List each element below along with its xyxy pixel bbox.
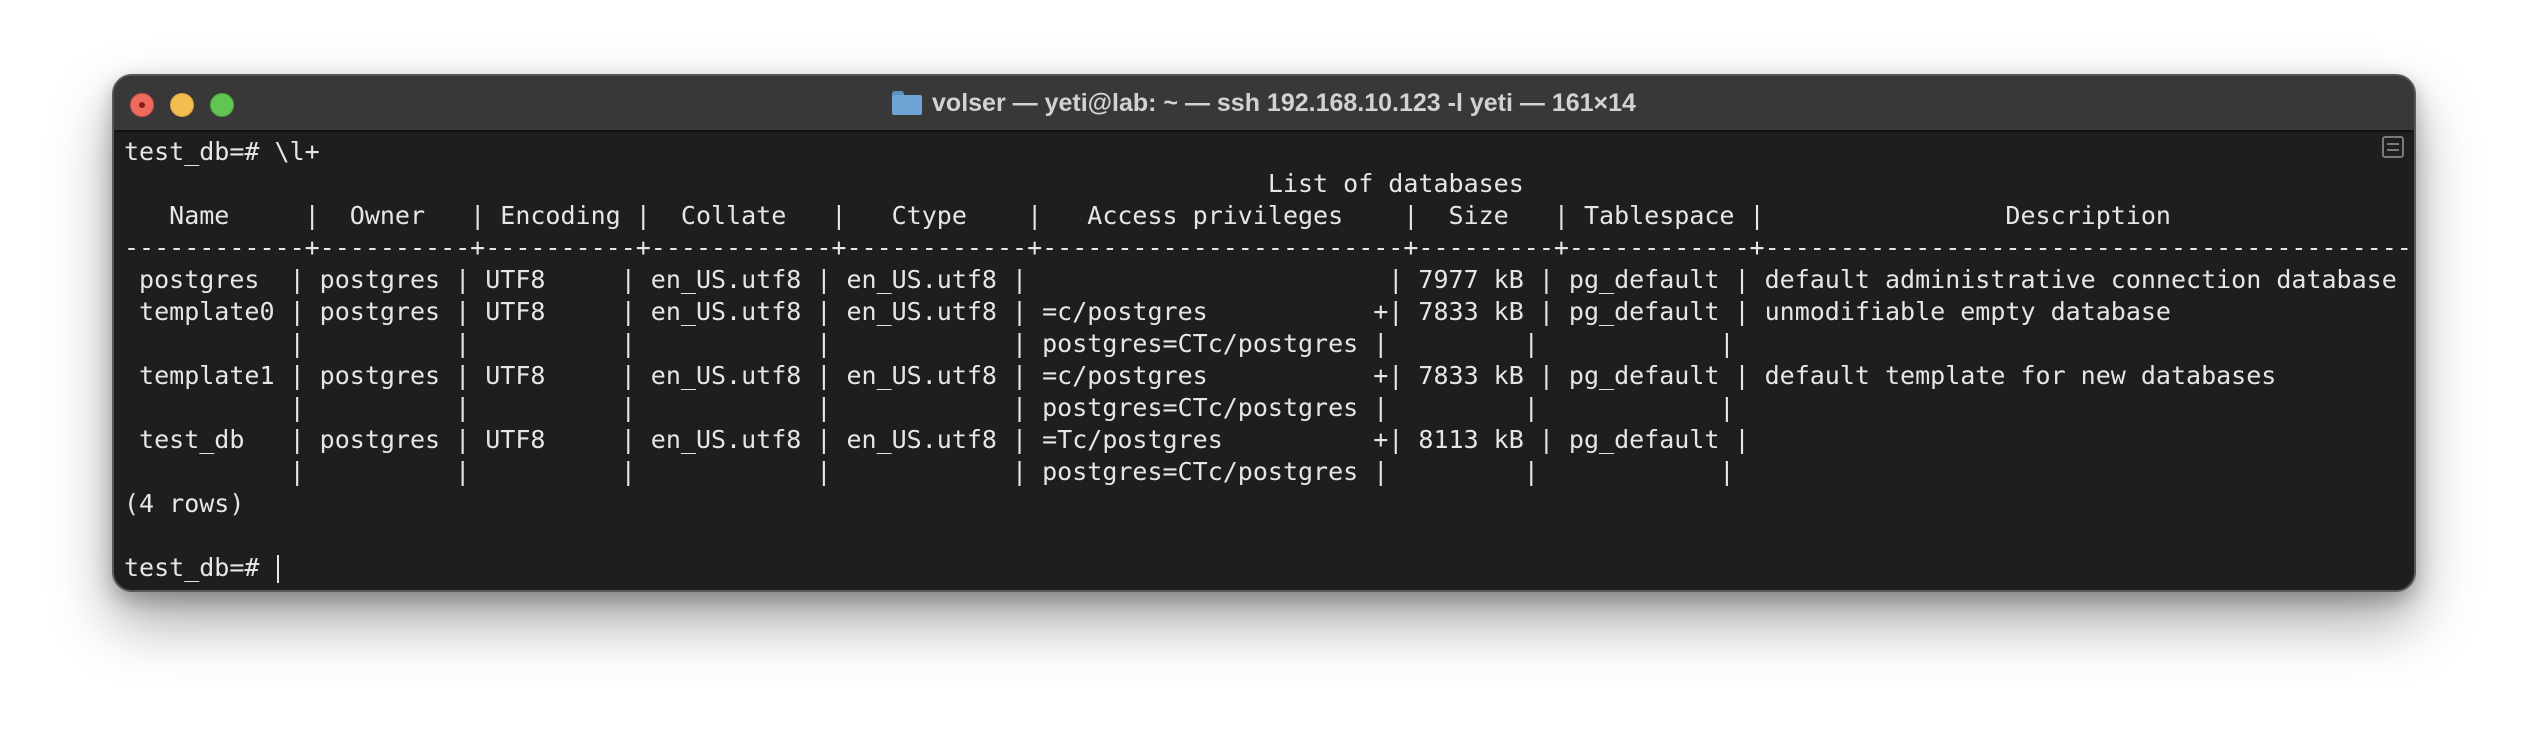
table-caption: List of databases [124,169,1524,198]
table-row: postgres | postgres | UTF8 | en_US.utf8 … [124,265,2397,294]
folder-icon [892,91,923,115]
window-title: volser — yeti@lab: ~ — ssh 192.168.10.12… [114,76,2414,130]
table-separator: ------------+----------+----------+-----… [124,233,2416,262]
table-row-continuation: | | | | | postgres=CTc/postgres | | | [124,329,1735,358]
table-row-continuation: | | | | | postgres=CTc/postgres | | | [124,457,1735,486]
text-cursor [276,555,279,583]
window-title-text: volser — yeti@lab: ~ — ssh 192.168.10.12… [932,88,1636,117]
table-row: test_db | postgres | UTF8 | en_US.utf8 |… [124,425,1750,454]
row-count: (4 rows) [124,489,245,518]
table-row: template1 | postgres | UTF8 | en_US.utf8… [124,361,2277,390]
table-header: Name | Owner | Encoding | Collate | Ctyp… [124,201,2171,230]
title-bar[interactable]: volser — yeti@lab: ~ — ssh 192.168.10.12… [114,76,2414,132]
command-line: test_db=# \l+ [124,137,320,166]
prompt-line[interactable]: test_db=# [124,552,2384,584]
terminal-output[interactable]: test_db=# \l+ List of databases Name | O… [124,132,2416,590]
table-row-continuation: | | | | | postgres=CTc/postgres | | | [124,393,1735,422]
scrollbar-icon[interactable] [2382,136,2404,158]
terminal-window: volser — yeti@lab: ~ — ssh 192.168.10.12… [112,74,2416,592]
prompt: test_db=# [124,553,275,582]
table-row: template0 | postgres | UTF8 | en_US.utf8… [124,297,2171,326]
